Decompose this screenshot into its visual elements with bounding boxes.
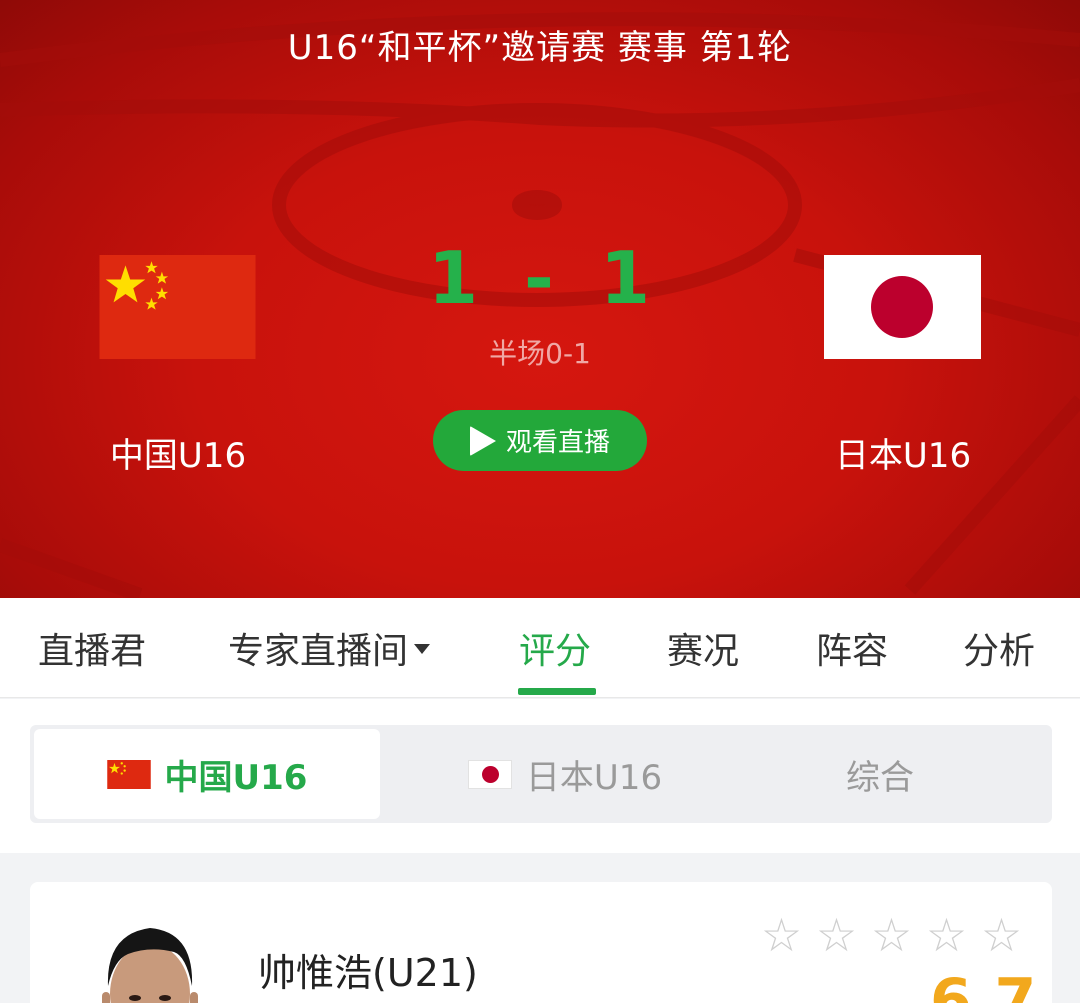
halftime-score: 半场0-1 xyxy=(489,337,591,370)
tab-ratings[interactable]: 评分 xyxy=(519,622,591,672)
home-team-name[interactable]: 中国U16 xyxy=(58,428,298,477)
watch-live-button[interactable]: 观看直播 xyxy=(433,410,647,471)
score: 1-1 xyxy=(390,236,690,320)
tab-bar: 直播君 专家直播间 评分 赛况 阵容 分析 xyxy=(0,598,1080,698)
away-team-name[interactable]: 日本U16 xyxy=(783,428,1023,477)
team-switch-home[interactable]: 中国U16 xyxy=(34,729,380,819)
watch-live-label: 观看直播 xyxy=(505,428,610,458)
china-flag-icon xyxy=(99,255,256,359)
japan-flag-icon xyxy=(467,759,512,789)
play-icon xyxy=(469,425,496,456)
team-switch-away-label: 日本U16 xyxy=(525,757,663,798)
tab-live-host[interactable]: 直播君 xyxy=(38,622,146,672)
star-icon[interactable]: ☆ xyxy=(813,912,860,958)
match-header: U16“和平杯”邀请赛 赛事 第1轮 1-1 半场0-1 观看直播 中国U16 … xyxy=(0,0,1080,598)
caret-down-icon xyxy=(414,644,431,654)
star-icon[interactable]: ☆ xyxy=(978,912,1025,958)
player-name: 帅惟浩(U21) xyxy=(258,951,478,995)
score-separator: - xyxy=(524,236,556,320)
player-rating-value: 6.7 xyxy=(930,966,1037,1003)
team-switch: 中国U16 日本U16 综合 xyxy=(30,725,1052,823)
japan-flag-icon xyxy=(824,255,981,359)
tab-expert-live[interactable]: 专家直播间 xyxy=(228,622,431,672)
active-tab-indicator xyxy=(518,688,596,695)
star-icon[interactable]: ☆ xyxy=(923,912,970,958)
player-rating-card[interactable]: 帅惟浩(U21) ☆ ☆ ☆ ☆ ☆ 6.7 xyxy=(30,882,1052,1003)
star-rating[interactable]: ☆ ☆ ☆ ☆ ☆ xyxy=(758,912,1025,958)
tab-match-events[interactable]: 赛况 xyxy=(667,622,739,672)
player-avatar xyxy=(94,916,206,1003)
team-switch-area: 中国U16 日本U16 综合 xyxy=(0,699,1080,853)
team-switch-home-label: 中国U16 xyxy=(164,757,308,798)
tab-expert-live-label: 专家直播间 xyxy=(228,631,409,672)
china-flag-icon xyxy=(106,759,151,789)
home-score: 1 xyxy=(427,236,481,320)
team-switch-all[interactable]: 综合 xyxy=(770,729,990,819)
team-switch-away[interactable]: 日本U16 xyxy=(430,729,700,819)
tab-analysis[interactable]: 分析 xyxy=(963,622,1035,672)
star-icon[interactable]: ☆ xyxy=(868,912,915,958)
star-icon[interactable]: ☆ xyxy=(758,912,805,958)
away-score: 1 xyxy=(599,236,653,320)
tab-lineup[interactable]: 阵容 xyxy=(816,622,888,672)
match-title: U16“和平杯”邀请赛 赛事 第1轮 xyxy=(287,28,793,68)
